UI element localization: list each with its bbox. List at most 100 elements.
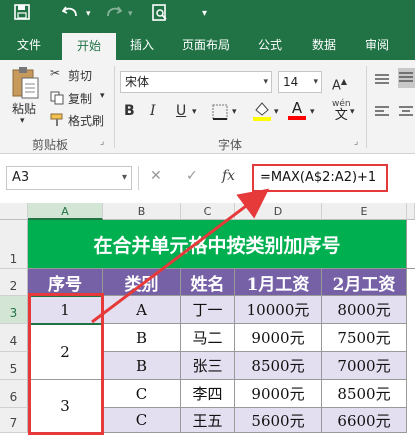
borders-icon[interactable] [212, 104, 228, 124]
name-cell[interactable]: 马二 [181, 324, 235, 352]
column-header-b[interactable]: B [103, 203, 181, 220]
row-header-3[interactable]: 3 [0, 296, 28, 324]
phonetic-dropdown-icon[interactable]: ▾ [350, 102, 355, 122]
name-cell[interactable]: 张三 [181, 352, 235, 380]
increase-font-icon[interactable]: A▲ [332, 72, 347, 96]
font-size-dropdown-icon: ▾ [313, 77, 318, 87]
paste-dropdown-icon[interactable]: ▾ [20, 116, 25, 126]
tab-review[interactable]: 审阅 [356, 30, 398, 60]
redo-dropdown-icon[interactable]: ▾ [128, 4, 133, 24]
row-header-1[interactable]: 1 [0, 220, 28, 269]
row-header-4[interactable]: 4 [0, 324, 28, 352]
header-category[interactable]: 类别 [103, 269, 181, 296]
feb-salary-cell[interactable]: 7500元 [322, 324, 407, 352]
header-serial[interactable]: 序号 [28, 269, 103, 296]
sheet-title-cell[interactable]: 在合并单元格中按类别加序号 [28, 220, 407, 269]
paste-button[interactable]: 粘贴 [12, 100, 36, 117]
format-painter-icon [50, 112, 64, 131]
copy-button[interactable]: 复制 [68, 90, 92, 107]
font-size-value: 14 [283, 75, 299, 89]
ribbon-tabs: 文件 开始 插入 页面布局 公式 数据 审阅 [0, 30, 415, 60]
tab-page-layout[interactable]: 页面布局 [172, 30, 240, 60]
clipboard-launcher-icon[interactable]: ⌟ [100, 137, 104, 147]
formula-input[interactable]: =MAX(A$2:A2)+1 [252, 164, 388, 192]
jan-salary-cell[interactable]: 9000元 [235, 380, 322, 408]
category-cell[interactable]: A [103, 296, 181, 324]
header-feb-salary[interactable]: 2月工资 [322, 269, 407, 296]
jan-salary-cell[interactable]: 8500元 [235, 352, 322, 380]
column-header-a[interactable]: A [28, 203, 103, 220]
category-cell[interactable]: B [103, 352, 181, 380]
font-name-dropdown-icon: ▾ [263, 77, 268, 87]
redo-icon[interactable] [104, 4, 122, 20]
tab-insert[interactable]: 插入 [120, 30, 164, 60]
column-header-f[interactable] [407, 203, 415, 220]
column-header-c[interactable]: C [181, 203, 235, 220]
header-name[interactable]: 姓名 [181, 269, 235, 296]
align-middle-icon[interactable] [398, 68, 415, 88]
scissors-icon: ✂ [50, 66, 61, 80]
enter-icon[interactable]: ✓ [186, 168, 198, 184]
category-cell[interactable]: C [103, 380, 181, 408]
font-size-select[interactable]: 14 ▾ [278, 71, 322, 93]
paste-icon[interactable] [10, 66, 40, 100]
undo-dropdown-icon[interactable]: ▾ [86, 4, 91, 24]
font-group-label: 字体 [218, 138, 243, 152]
fill-color-dropdown-icon[interactable]: ▾ [274, 102, 279, 122]
borders-dropdown-icon[interactable]: ▾ [232, 102, 237, 122]
jan-salary-cell[interactable]: 9000元 [235, 324, 322, 352]
underline-dropdown-icon[interactable]: ▾ [192, 102, 197, 122]
name-cell[interactable]: 王五 [181, 408, 235, 433]
customize-icon[interactable]: ▾ [202, 4, 207, 24]
ribbon-home: 粘贴 ▾ ✂ 剪切 复制 ▾ 格式刷 剪贴板 ⌟ 宋体 ▾ 14 ▾ A▲ B … [0, 60, 415, 154]
row-header-6[interactable]: 6 [0, 380, 28, 408]
italic-button[interactable]: I [150, 101, 156, 121]
feb-salary-cell[interactable]: 8000元 [322, 296, 407, 324]
jan-salary-cell[interactable]: 5600元 [235, 408, 322, 433]
font-name-select[interactable]: 宋体 ▾ [120, 71, 272, 93]
align-center-icon[interactable] [398, 104, 414, 123]
font-name-value: 宋体 [125, 75, 150, 89]
underline-button[interactable]: U [176, 101, 186, 121]
name-cell[interactable]: 李四 [181, 380, 235, 408]
align-top-icon[interactable] [374, 72, 390, 91]
tab-home[interactable]: 开始 [62, 33, 116, 60]
column-header-d[interactable]: D [235, 203, 322, 220]
jan-salary-cell[interactable]: 10000元 [235, 296, 322, 324]
save-icon[interactable] [14, 4, 30, 20]
font-color-icon[interactable]: A [288, 100, 306, 120]
column-header-e[interactable]: E [322, 203, 407, 220]
row-header-2[interactable]: 2 [0, 269, 28, 296]
feb-salary-cell[interactable]: 7000元 [322, 352, 407, 380]
print-preview-icon[interactable] [152, 4, 168, 22]
tab-file[interactable]: 文件 [6, 30, 52, 60]
tab-data[interactable]: 数据 [304, 30, 344, 60]
empty-cell[interactable] [407, 220, 415, 269]
feb-salary-cell[interactable]: 8500元 [322, 380, 407, 408]
font-color-dropdown-icon[interactable]: ▾ [310, 102, 315, 122]
font-launcher-icon[interactable]: ⌟ [354, 137, 358, 147]
fill-color-icon[interactable] [252, 100, 272, 126]
select-all-corner[interactable] [0, 203, 28, 220]
cancel-icon[interactable]: ✕ [150, 168, 162, 184]
row-header-5[interactable]: 5 [0, 352, 28, 380]
category-cell[interactable]: B [103, 324, 181, 352]
align-left-icon[interactable] [374, 104, 390, 123]
quick-access-toolbar: ▾ ▾ ▾ [0, 0, 415, 30]
phonetic-icon[interactable]: wén 文 [332, 98, 351, 122]
tab-formulas[interactable]: 公式 [250, 30, 290, 60]
feb-salary-cell[interactable]: 6600元 [322, 408, 407, 433]
cut-button[interactable]: 剪切 [68, 67, 92, 84]
insert-function-icon[interactable]: fx [222, 168, 235, 184]
name-cell[interactable]: 丁一 [181, 296, 235, 324]
category-cell[interactable]: C [103, 408, 181, 433]
name-box-dropdown-icon: ▾ [121, 172, 127, 183]
undo-icon[interactable] [62, 4, 80, 20]
header-jan-salary[interactable]: 1月工资 [235, 269, 322, 296]
bold-button[interactable]: B [124, 101, 135, 121]
row-header-7[interactable]: 7 [0, 408, 28, 433]
format-painter-button[interactable]: 格式刷 [68, 112, 104, 129]
copy-dropdown-icon[interactable]: ▾ [100, 91, 105, 101]
phonetic-char: 文 [334, 108, 348, 123]
name-box[interactable]: A3 ▾ [6, 166, 132, 190]
